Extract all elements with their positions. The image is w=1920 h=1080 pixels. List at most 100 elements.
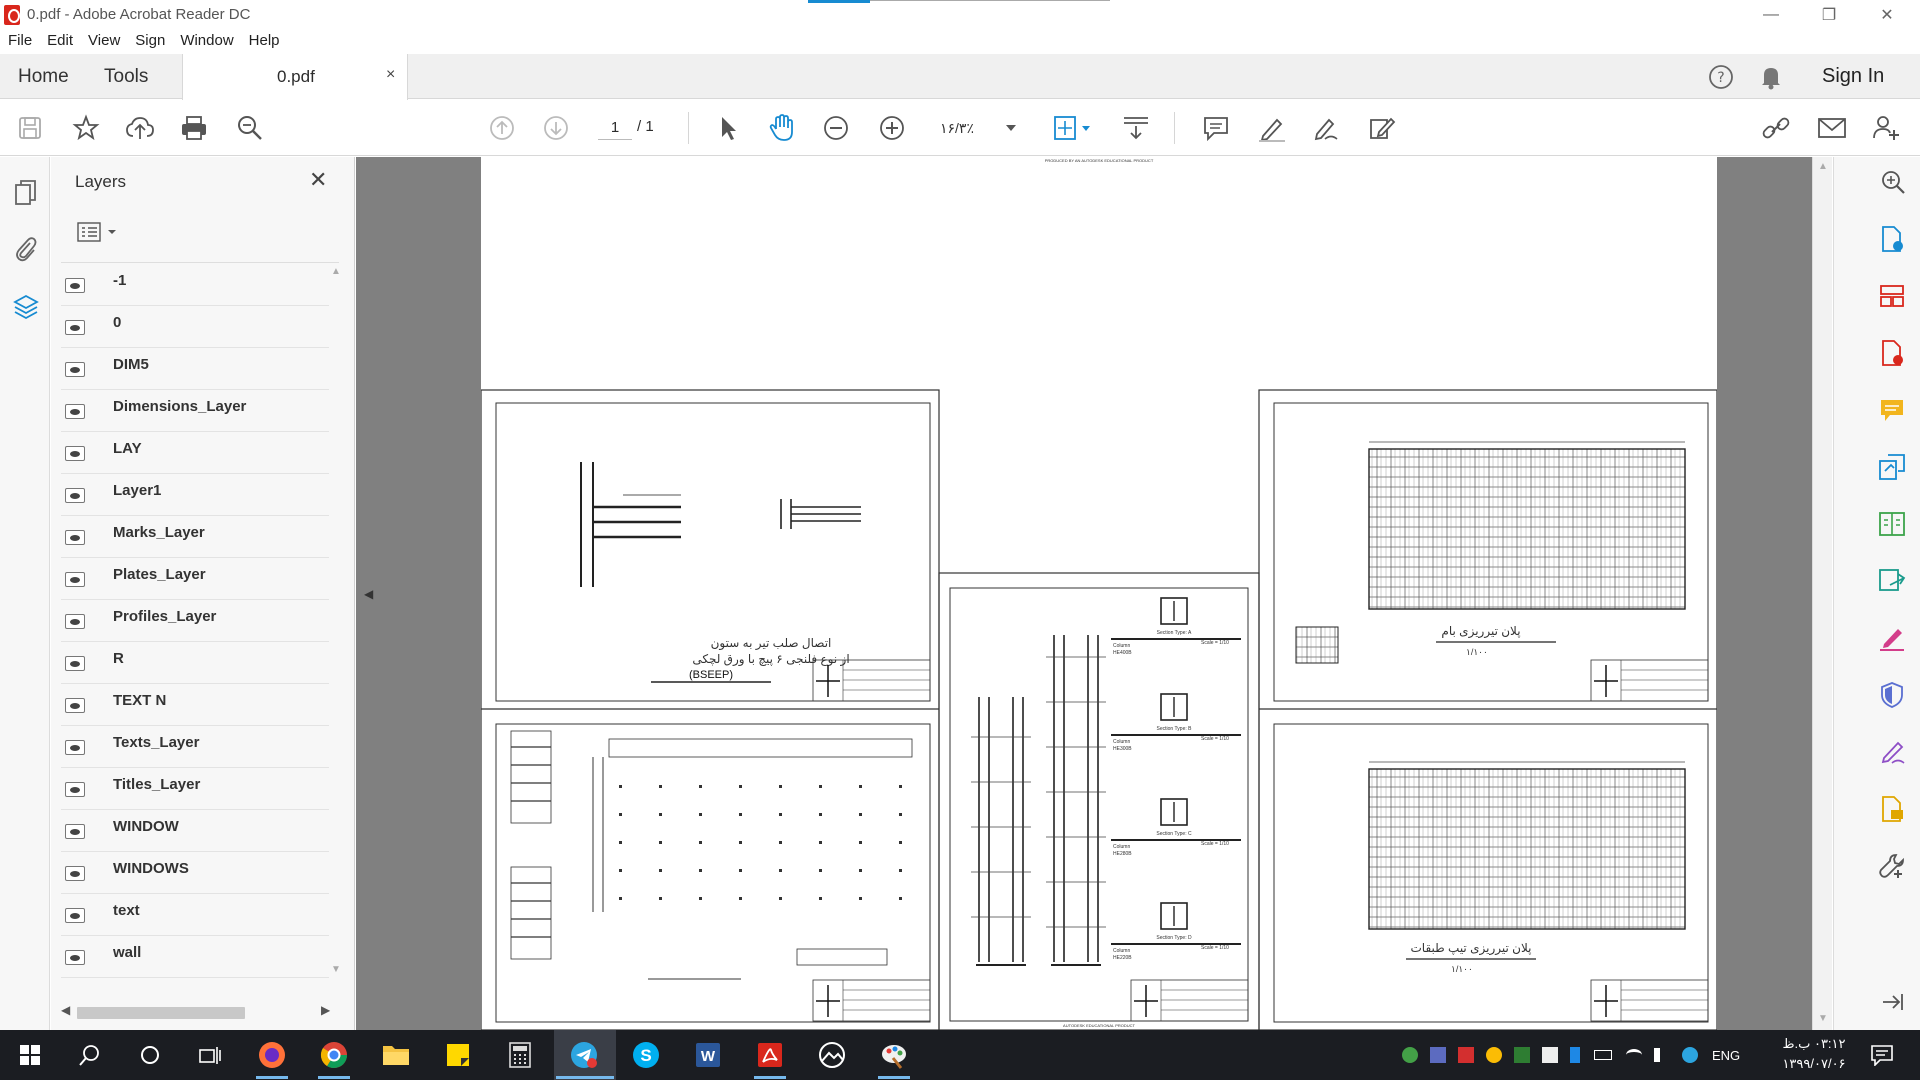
tray-b-icon[interactable] [1458,1047,1474,1063]
tray-defender-icon[interactable] [1542,1047,1558,1063]
layer-visibility-eye-icon[interactable] [65,614,85,629]
skype-icon[interactable]: S [628,1037,664,1073]
telegram-icon[interactable] [566,1037,602,1073]
zoom-tool-icon[interactable] [1878,167,1908,197]
edit-pdf-icon[interactable] [1877,452,1907,482]
layer-row[interactable]: WINDOWS [61,852,329,894]
layer-visibility-eye-icon[interactable] [65,782,85,797]
photos-icon[interactable] [814,1037,850,1073]
layer-row[interactable]: WINDOW [61,810,329,852]
create-pdf-icon[interactable] [1877,338,1907,368]
organize-pages-icon[interactable] [1877,281,1907,311]
hand-tool-icon[interactable] [766,112,798,144]
layer-visibility-eye-icon[interactable] [65,698,85,713]
previous-page-icon[interactable] [486,112,518,144]
scroll-down-icon[interactable]: ▼ [331,964,341,975]
layer-visibility-eye-icon[interactable] [65,404,85,419]
layer-row[interactable]: wall [61,936,329,978]
layer-visibility-eye-icon[interactable] [65,950,85,965]
layer-row[interactable]: Titles_Layer [61,768,329,810]
layer-row[interactable]: Dimensions_Layer [61,390,329,432]
layer-row[interactable]: DIM5 [61,348,329,390]
layer-visibility-eye-icon[interactable] [65,656,85,671]
layers-icon[interactable] [12,293,40,321]
layer-row[interactable]: TEXT N [61,684,329,726]
layer-visibility-eye-icon[interactable] [65,866,85,881]
taskbar-clock[interactable]: ۰۳:۱۲ ب.ظ ۱۳۹۹/۰۷/۰۶ [1776,1034,1852,1074]
next-page-icon[interactable] [540,112,572,144]
more-tools-wrench-icon[interactable] [1877,851,1907,881]
acrobat-taskbar-icon[interactable] [752,1037,788,1073]
menu-edit[interactable]: Edit [47,30,73,54]
attachments-paperclip-icon[interactable] [12,235,40,263]
tray-telegram-icon[interactable] [1682,1047,1698,1063]
export-pdf-icon[interactable] [1877,224,1907,254]
sticky-notes-icon[interactable] [440,1037,476,1073]
layer-row[interactable]: LAY [61,432,329,474]
layers-options-menu[interactable] [77,221,119,243]
close-window-button[interactable]: ✕ [1858,0,1916,30]
firefox-icon[interactable] [254,1037,290,1073]
layer-visibility-eye-icon[interactable] [65,320,85,335]
save-icon[interactable] [14,112,46,144]
request-signature-icon[interactable] [1877,737,1907,767]
word-icon[interactable]: W [690,1037,726,1073]
email-icon[interactable] [1816,112,1848,144]
export-file-icon[interactable] [1877,794,1907,824]
layer-visibility-eye-icon[interactable] [65,488,85,503]
menu-view[interactable]: View [88,30,120,54]
menu-sign[interactable]: Sign [135,30,165,54]
layer-row[interactable]: -1 [61,264,329,306]
comment-icon[interactable] [1200,112,1232,144]
page-number-input[interactable]: 1 [598,116,632,140]
draw-sign-icon[interactable] [1310,112,1342,144]
collapse-left-panel-icon[interactable]: ◀ [364,587,373,601]
notifications-bell-icon[interactable] [1758,64,1784,90]
send-for-review-icon[interactable] [1877,566,1907,596]
tray-chrome-icon[interactable] [1486,1047,1502,1063]
document-scrollbar[interactable]: ▲ ▼ [1812,157,1832,1030]
layer-visibility-eye-icon[interactable] [65,362,85,377]
layer-list-horizontal-scrollbar[interactable]: ◀ ▶ [61,1003,341,1019]
upload-cloud-icon[interactable] [124,112,156,144]
tab-document[interactable]: 0.pdf × [182,54,408,100]
scroll-thumb[interactable] [77,1007,245,1019]
layer-visibility-eye-icon[interactable] [65,572,85,587]
protect-shield-icon[interactable] [1877,680,1907,710]
share-link-icon[interactable] [1760,112,1792,144]
document-viewer[interactable]: ◀ PRODUCED BY AN AUTODESK EDUCATIONAL PR… [356,157,1812,1030]
chrome-icon[interactable] [316,1037,352,1073]
sign-in-button[interactable]: Sign In [1822,65,1884,88]
close-tab-icon[interactable]: × [386,66,395,84]
page-thumbnails-icon[interactable] [12,179,40,207]
layer-row[interactable]: Profiles_Layer [61,600,329,642]
file-explorer-icon[interactable] [378,1037,414,1073]
select-cursor-icon[interactable] [712,112,744,144]
calculator-icon[interactable] [502,1037,538,1073]
layer-row[interactable]: Texts_Layer [61,726,329,768]
windows-start-icon[interactable] [12,1037,48,1073]
layer-visibility-eye-icon[interactable] [65,908,85,923]
scroll-mode-icon[interactable] [1120,112,1152,144]
tab-tools[interactable]: Tools [104,54,148,99]
layer-row[interactable]: Plates_Layer [61,558,329,600]
layer-visibility-eye-icon[interactable] [65,824,85,839]
zoom-out-icon[interactable] [820,112,852,144]
zoom-search-icon[interactable] [234,112,266,144]
tray-shield-icon[interactable] [1514,1047,1530,1063]
layer-row[interactable]: Marks_Layer [61,516,329,558]
paint-app-icon[interactable] [876,1037,912,1073]
collapse-tools-icon[interactable] [1877,987,1907,1017]
close-panel-icon[interactable]: ✕ [309,167,327,193]
menu-file[interactable]: File [8,30,32,54]
tray-security-check-icon[interactable] [1402,1047,1418,1063]
menu-window[interactable]: Window [180,30,233,54]
tab-home[interactable]: Home [18,54,69,99]
layer-row[interactable]: text [61,894,329,936]
help-icon[interactable]: ? [1708,64,1734,90]
tray-battery-icon[interactable] [1594,1050,1612,1060]
tray-language[interactable]: ENG [1712,1048,1740,1063]
tray-wifi-icon[interactable] [1626,1049,1642,1061]
layer-visibility-eye-icon[interactable] [65,740,85,755]
zoom-level-input[interactable]: ۱۶/۳٪ [940,116,1020,140]
